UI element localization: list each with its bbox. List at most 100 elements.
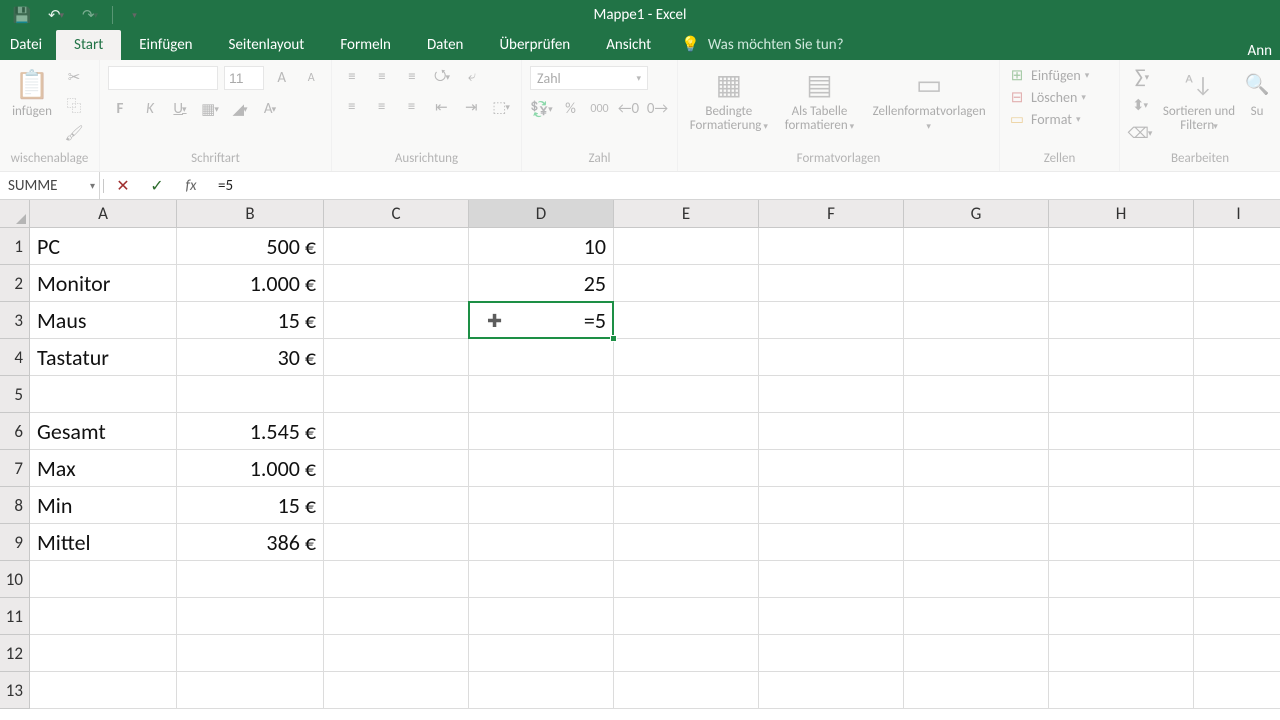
cell-E10[interactable] (614, 561, 759, 598)
conditional-formatting-button[interactable]: ▦ BedingteFormatierung ▾ (686, 66, 772, 148)
cell-H12[interactable] (1049, 635, 1194, 672)
cell-A13[interactable] (30, 672, 177, 709)
confirm-formula-button[interactable]: ✓ (140, 172, 174, 199)
cell-D6[interactable] (469, 413, 614, 450)
cell-F8[interactable] (759, 487, 904, 524)
cell-A3[interactable]: Maus (30, 302, 177, 339)
cell-F12[interactable] (759, 635, 904, 672)
save-icon[interactable]: 💾 (6, 3, 38, 27)
find-select-button[interactable]: 🔍 Su (1242, 66, 1272, 148)
cell-C4[interactable] (324, 339, 469, 376)
cell-I11[interactable] (1194, 598, 1280, 635)
cell-I6[interactable] (1194, 413, 1280, 450)
orientation-icon[interactable]: ⭯▾ (430, 66, 454, 88)
cell-G12[interactable] (904, 635, 1049, 672)
qat-customize-icon[interactable]: ▾ (119, 3, 151, 27)
format-painter-icon[interactable]: 🖌 (62, 122, 86, 144)
fill-icon[interactable]: ⬍▾ (1128, 94, 1152, 116)
cell-A8[interactable]: Min (30, 487, 177, 524)
cell-F10[interactable] (759, 561, 904, 598)
cell-E5[interactable] (614, 376, 759, 413)
cut-icon[interactable]: ✂ (62, 66, 86, 88)
cell-G5[interactable] (904, 376, 1049, 413)
cell-A11[interactable] (30, 598, 177, 635)
underline-button[interactable]: U▾ (168, 98, 192, 120)
cell-G10[interactable] (904, 561, 1049, 598)
row-header-11[interactable]: 11 (0, 598, 30, 635)
cell-I8[interactable] (1194, 487, 1280, 524)
cell-C5[interactable] (324, 376, 469, 413)
cell-E7[interactable] (614, 450, 759, 487)
cell-F5[interactable] (759, 376, 904, 413)
cell-B11[interactable] (177, 598, 324, 635)
cell-A4[interactable]: Tastatur (30, 339, 177, 376)
name-box[interactable]: SUMME ▾ (0, 172, 100, 199)
cell-E9[interactable] (614, 524, 759, 561)
cell-A2[interactable]: Monitor (30, 265, 177, 302)
tab-review[interactable]: Überprüfen (481, 30, 588, 60)
column-header-E[interactable]: E (614, 200, 759, 228)
cell-D10[interactable] (469, 561, 614, 598)
column-header-G[interactable]: G (904, 200, 1049, 228)
fill-handle[interactable] (610, 335, 617, 342)
cell-A5[interactable] (30, 376, 177, 413)
font-size-input[interactable] (224, 66, 264, 90)
cell-B4[interactable]: 30 € (177, 339, 324, 376)
increase-indent-icon[interactable]: ⇥ (459, 96, 483, 118)
cell-D9[interactable] (469, 524, 614, 561)
font-color-icon[interactable]: A▾ (258, 98, 282, 120)
cell-G4[interactable] (904, 339, 1049, 376)
cell-B3[interactable]: 15 € (177, 302, 324, 339)
cell-H9[interactable] (1049, 524, 1194, 561)
cell-C13[interactable] (324, 672, 469, 709)
cell-H11[interactable] (1049, 598, 1194, 635)
number-format-dropdown[interactable]: Zahl▾ (530, 66, 648, 90)
cell-G2[interactable] (904, 265, 1049, 302)
decrease-font-icon[interactable]: A (300, 67, 324, 89)
cell-D2[interactable]: 25 (469, 265, 614, 302)
cell-B10[interactable] (177, 561, 324, 598)
insert-function-button[interactable]: fx (174, 172, 208, 199)
insert-cells-button[interactable]: ⊞Einfügen ▾ (1008, 66, 1111, 84)
merge-center-icon[interactable]: ⬚▾ (489, 96, 513, 118)
cancel-formula-button[interactable]: ✕ (106, 172, 140, 199)
cell-I1[interactable] (1194, 228, 1280, 265)
row-header-13[interactable]: 13 (0, 672, 30, 709)
cell-D3[interactable]: =5 (469, 302, 614, 339)
cell-C9[interactable] (324, 524, 469, 561)
cell-styles-button[interactable]: ▭ Zellenformatvorlagen▾ (867, 66, 991, 148)
cell-I3[interactable] (1194, 302, 1280, 339)
redo-icon[interactable]: ↷ ▾ (74, 3, 106, 27)
column-header-F[interactable]: F (759, 200, 904, 228)
cell-I7[interactable] (1194, 450, 1280, 487)
bold-button[interactable]: F (108, 98, 132, 120)
cell-D12[interactable] (469, 635, 614, 672)
paste-button[interactable]: 📋 infügen (8, 66, 56, 148)
clear-icon[interactable]: ⌫▾ (1128, 122, 1152, 144)
cell-F9[interactable] (759, 524, 904, 561)
cell-I12[interactable] (1194, 635, 1280, 672)
cell-C7[interactable] (324, 450, 469, 487)
chevron-down-icon[interactable]: ▾ (90, 179, 95, 192)
cell-H2[interactable] (1049, 265, 1194, 302)
row-header-2[interactable]: 2 (0, 265, 30, 302)
row-header-8[interactable]: 8 (0, 487, 30, 524)
cell-E3[interactable] (614, 302, 759, 339)
cell-F6[interactable] (759, 413, 904, 450)
cell-I13[interactable] (1194, 672, 1280, 709)
row-header-12[interactable]: 12 (0, 635, 30, 672)
delete-cells-button[interactable]: ⊟Löschen ▾ (1008, 88, 1111, 106)
cell-E12[interactable] (614, 635, 759, 672)
percent-format-icon[interactable]: % (559, 98, 582, 120)
cell-D5[interactable] (469, 376, 614, 413)
cell-B9[interactable]: 386 € (177, 524, 324, 561)
spreadsheet-grid[interactable]: ABCDEFGHI 12345678910111213 PC500 €10Mon… (0, 200, 1280, 720)
wrap-text-icon[interactable]: ⤶ (460, 66, 484, 88)
cell-G3[interactable] (904, 302, 1049, 339)
cell-E2[interactable] (614, 265, 759, 302)
tab-file[interactable]: Datei (0, 30, 56, 60)
decrease-indent-icon[interactable]: ⇤ (429, 96, 453, 118)
cell-G6[interactable] (904, 413, 1049, 450)
cell-E8[interactable] (614, 487, 759, 524)
tab-home[interactable]: Start (56, 30, 121, 60)
